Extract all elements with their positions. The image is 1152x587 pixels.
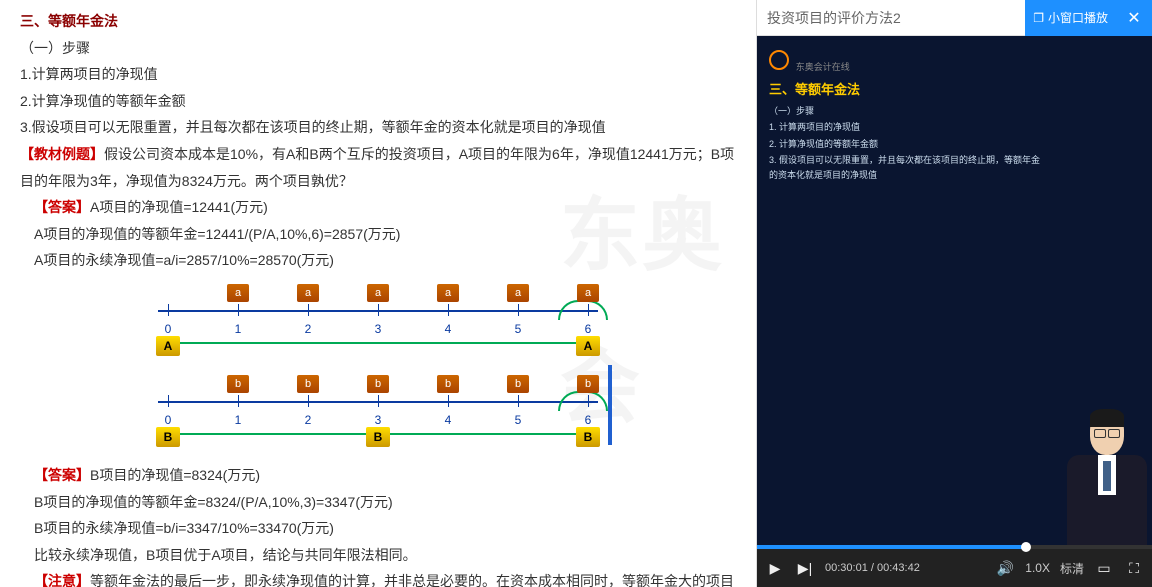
timeline-b-figure: 01b2b3b4b5b6bBBB bbox=[20, 371, 736, 456]
payment-b-box: b bbox=[577, 375, 599, 393]
video-slide: 东奥会计在线 三、等额年金法 （一）步骤 1. 计算两项目的净现值 2. 计算净… bbox=[757, 36, 1052, 545]
theater-button[interactable]: ▭ bbox=[1094, 560, 1114, 577]
timeline-a-figure: 01a2a3a4a5a6aAA bbox=[20, 280, 736, 365]
payment-a-box: a bbox=[367, 284, 389, 302]
note-text: 等额年金法的最后一步，即永续净现值的计算，并非总是必要的。在资本成本相同时，等额… bbox=[34, 573, 734, 587]
play-button[interactable]: ▶ bbox=[765, 560, 785, 577]
progress-fill bbox=[757, 545, 1026, 549]
payment-b-box: b bbox=[367, 375, 389, 393]
timeline-b: 01b2b3b4b5b6bBBB bbox=[158, 371, 598, 456]
tick-label: 1 bbox=[235, 318, 242, 341]
answer-b-block: 【答案】B项目的净现值=8324(万元) bbox=[20, 462, 736, 489]
video-controls: ▶ ▶| 00:30:01 / 00:43:42 🔊 1.0X 标清 ▭ ⛶ bbox=[757, 549, 1152, 587]
pv-b-box: B bbox=[156, 427, 180, 447]
tick-label: 1 bbox=[235, 409, 242, 432]
popout-button[interactable]: ❐ 小窗口播放 bbox=[1025, 0, 1116, 36]
note-line: 【注意】等额年金法的最后一步，即永续净现值的计算，并非总是必要的。在资本成本相同… bbox=[20, 568, 736, 587]
lecturer-figure bbox=[1052, 36, 1152, 545]
step-3: 3.假设项目可以无限重置，并且每次都在该项目的终止期，等额年金的资本化就是项目的… bbox=[20, 114, 736, 141]
answer-b-2: B项目的净现值的等额年金=8324/(P/A,10%,3)=3347(万元) bbox=[20, 489, 736, 516]
payment-b-box: b bbox=[437, 375, 459, 393]
note-tag: 【注意】 bbox=[34, 573, 90, 587]
fullscreen-button[interactable]: ⛶ bbox=[1124, 560, 1144, 577]
slide-line-1: 1. 计算两项目的净现值 bbox=[769, 120, 1040, 134]
payment-a-box: a bbox=[437, 284, 459, 302]
slide-line-2: 2. 计算净现值的等额年金额 bbox=[769, 137, 1040, 151]
video-header: 投资项目的评价方法2 ❐ 小窗口播放 ✕ bbox=[757, 0, 1152, 36]
timeline-a: 01a2a3a4a5a6aAA bbox=[158, 280, 598, 365]
tick-label: 5 bbox=[515, 318, 522, 341]
payment-b-box: b bbox=[297, 375, 319, 393]
pv-b-box: B bbox=[366, 427, 390, 447]
answer-b-3: B项目的永续净现值=b/i=3347/10%=33470(万元) bbox=[20, 515, 736, 542]
pv-a-box: A bbox=[576, 336, 600, 356]
video-panel: 投资项目的评价方法2 ❐ 小窗口播放 ✕ 东奥会计在线 三、等额年金法 （一）步… bbox=[757, 0, 1152, 587]
brand-label: 东奥会计在线 bbox=[796, 62, 850, 72]
next-button[interactable]: ▶| bbox=[795, 560, 815, 577]
slide-title: 三、等额年金法 bbox=[769, 79, 1040, 98]
close-button[interactable]: ✕ bbox=[1116, 0, 1152, 36]
quality-button[interactable]: 标清 bbox=[1060, 560, 1084, 577]
tick-label: 4 bbox=[445, 318, 452, 341]
tick-label: 3 bbox=[375, 318, 382, 341]
popout-icon: ❐ bbox=[1033, 11, 1044, 25]
section-heading: 三、等额年金法 bbox=[20, 8, 736, 35]
answer-a-2: A项目的净现值的等额年金=12441/(P/A,10%,6)=2857(万元) bbox=[20, 221, 736, 248]
progress-handle[interactable] bbox=[1021, 542, 1031, 552]
slide-line-3: 3. 假设项目可以无限重置，并且每次都在该项目的终止期，等额年金的资本化就是项目… bbox=[769, 153, 1040, 182]
time-display: 00:30:01 / 00:43:42 bbox=[825, 562, 920, 574]
video-title: 投资项目的评价方法2 bbox=[767, 8, 901, 28]
speed-button[interactable]: 1.0X bbox=[1025, 561, 1050, 575]
answer-a-3: A项目的永续净现值=a/i=2857/10%=28570(万元) bbox=[20, 247, 736, 274]
answer-a-block: 【答案】A项目的净现值=12441(万元) bbox=[20, 194, 736, 221]
vertical-bar bbox=[608, 365, 612, 445]
time-total: 00:43:42 bbox=[877, 562, 920, 574]
payment-a-box: a bbox=[507, 284, 529, 302]
example-text: 假设公司资本成本是10%，有A和B两个互斥的投资项目，A项目的年限为6年，净现值… bbox=[20, 146, 734, 189]
tick-label: 4 bbox=[445, 409, 452, 432]
answer-tag-b: 【答案】 bbox=[34, 467, 90, 483]
answer-a-1: A项目的净现值=12441(万元) bbox=[90, 199, 268, 215]
step-title: （一）步骤 bbox=[20, 35, 736, 62]
payment-a-box: a bbox=[227, 284, 249, 302]
pv-b-box: B bbox=[576, 427, 600, 447]
payment-b-box: b bbox=[507, 375, 529, 393]
answer-b-1: B项目的净现值=8324(万元) bbox=[90, 467, 260, 483]
progress-bar[interactable] bbox=[757, 545, 1152, 549]
brand-logo-icon bbox=[769, 50, 789, 70]
slide-line-0: （一）步骤 bbox=[769, 104, 1040, 118]
pv-a-box: A bbox=[156, 336, 180, 356]
step-1: 1.计算两项目的净现值 bbox=[20, 61, 736, 88]
close-icon: ✕ bbox=[1127, 8, 1140, 28]
popout-label: 小窗口播放 bbox=[1048, 9, 1108, 26]
payment-a-box: a bbox=[577, 284, 599, 302]
answer-b-4: 比较永续净现值，B项目优于A项目，结论与共同年限法相同。 bbox=[20, 542, 736, 569]
video-body[interactable]: 东奥会计在线 三、等额年金法 （一）步骤 1. 计算两项目的净现值 2. 计算净… bbox=[757, 36, 1152, 545]
step-2: 2.计算净现值的等额年金额 bbox=[20, 88, 736, 115]
example-line: 【教材例题】假设公司资本成本是10%，有A和B两个互斥的投资项目，A项目的年限为… bbox=[20, 141, 736, 194]
example-tag: 【教材例题】 bbox=[20, 146, 104, 162]
answer-tag-a: 【答案】 bbox=[34, 199, 90, 215]
volume-button[interactable]: 🔊 bbox=[995, 560, 1015, 577]
tick-label: 2 bbox=[305, 409, 312, 432]
payment-b-box: b bbox=[227, 375, 249, 393]
payment-a-box: a bbox=[297, 284, 319, 302]
tick-label: 5 bbox=[515, 409, 522, 432]
time-current: 00:30:01 bbox=[825, 562, 868, 574]
lesson-content: 东奥会 dongao.com 三、等额年金法 （一）步骤 1.计算两项目的净现值… bbox=[0, 0, 757, 587]
tick-label: 2 bbox=[305, 318, 312, 341]
